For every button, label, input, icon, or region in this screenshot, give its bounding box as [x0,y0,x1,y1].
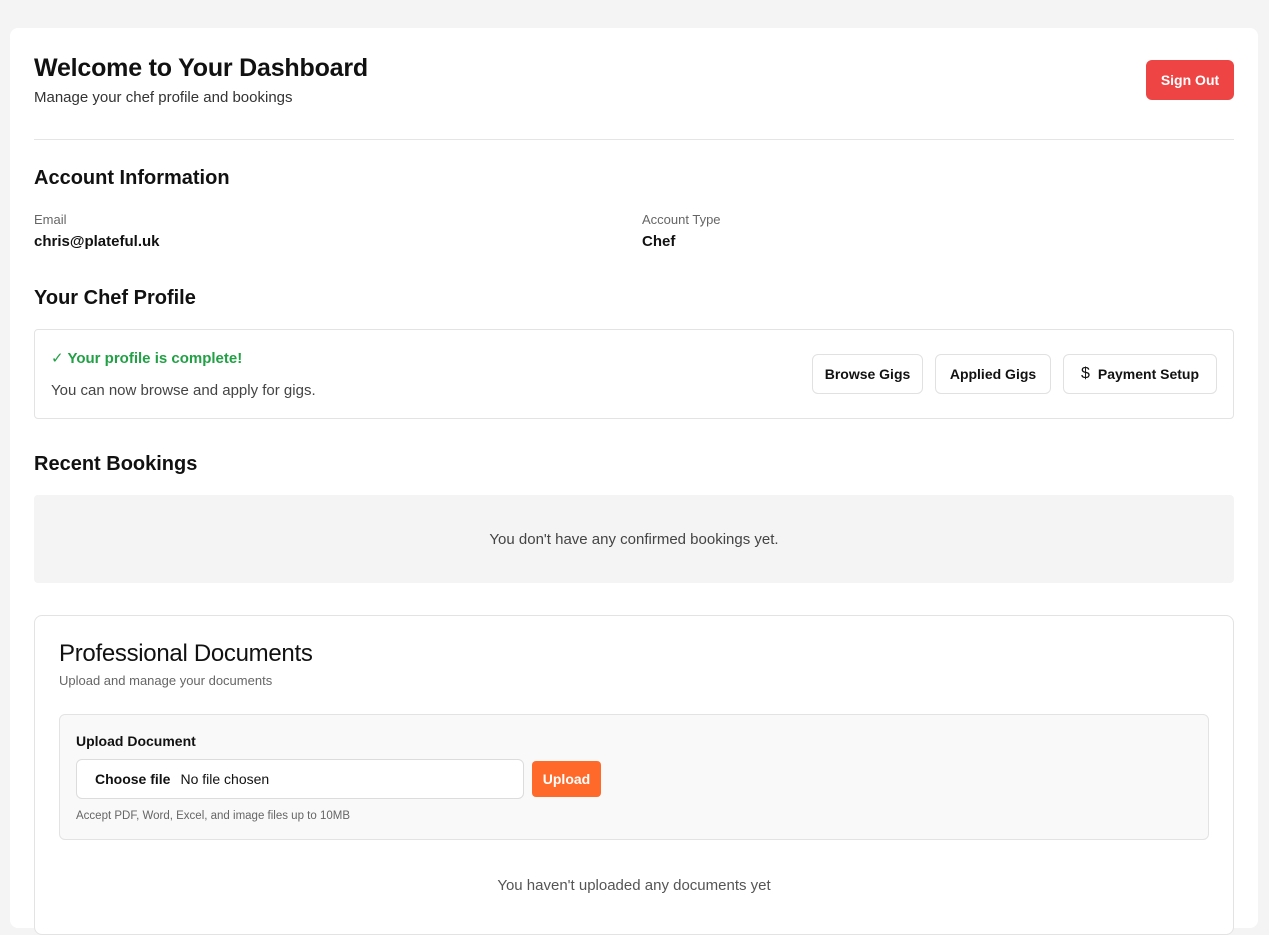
upload-document-label: Upload Document [76,733,196,749]
payment-setup-button[interactable]: $ Payment Setup [1063,354,1217,394]
sign-out-button[interactable]: Sign Out [1146,60,1234,100]
documents-card: Professional Documents Upload and manage… [34,615,1234,935]
recent-bookings-section-title: Recent Bookings [34,453,198,475]
page-title: Welcome to Your Dashboard [34,54,368,82]
profile-complete-status: ✓ Your profile is complete! [51,350,243,367]
page-subtitle: Manage your chef profile and bookings [34,89,293,106]
account-type-label: Account Type [642,212,721,227]
email-label: Email [34,212,67,227]
upload-button[interactable]: Upload [532,761,601,797]
applied-gigs-button[interactable]: Applied Gigs [935,354,1051,394]
dashboard-card: Welcome to Your Dashboard Manage your ch… [10,28,1258,935]
file-input[interactable]: Choose file No file chosen [76,759,524,799]
dashboard-header: Welcome to Your Dashboard Manage your ch… [34,52,1234,140]
bookings-empty-state: You don't have any confirmed bookings ye… [34,495,1234,583]
applied-gigs-label: Applied Gigs [949,366,1037,382]
documents-empty-message: You haven't uploaded any documents yet [497,877,771,894]
dollar-icon: $ [1080,365,1090,382]
chef-profile-section-title: Your Chef Profile [34,287,196,309]
documents-title: Professional Documents [59,640,313,667]
documents-subtitle: Upload and manage your documents [59,673,273,688]
account-section-title: Account Information [34,167,230,189]
browse-gigs-button[interactable]: Browse Gigs [812,354,923,394]
choose-file-button[interactable]: Choose file [95,771,170,787]
profile-description: You can now browse and apply for gigs. [51,382,316,399]
browse-gigs-label: Browse Gigs [824,366,911,382]
upload-hint: Accept PDF, Word, Excel, and image files… [76,810,350,822]
payment-setup-label: Payment Setup [1097,366,1200,382]
upload-panel: Upload Document Choose file No file chos… [59,714,1209,840]
file-status-text: No file chosen [180,771,270,787]
profile-status-box: ✓ Your profile is complete! You can now … [34,329,1234,419]
account-type-value: Chef [642,233,676,250]
email-value: chris@plateful.uk [34,233,160,250]
bookings-empty-message: You don't have any confirmed bookings ye… [489,530,779,548]
